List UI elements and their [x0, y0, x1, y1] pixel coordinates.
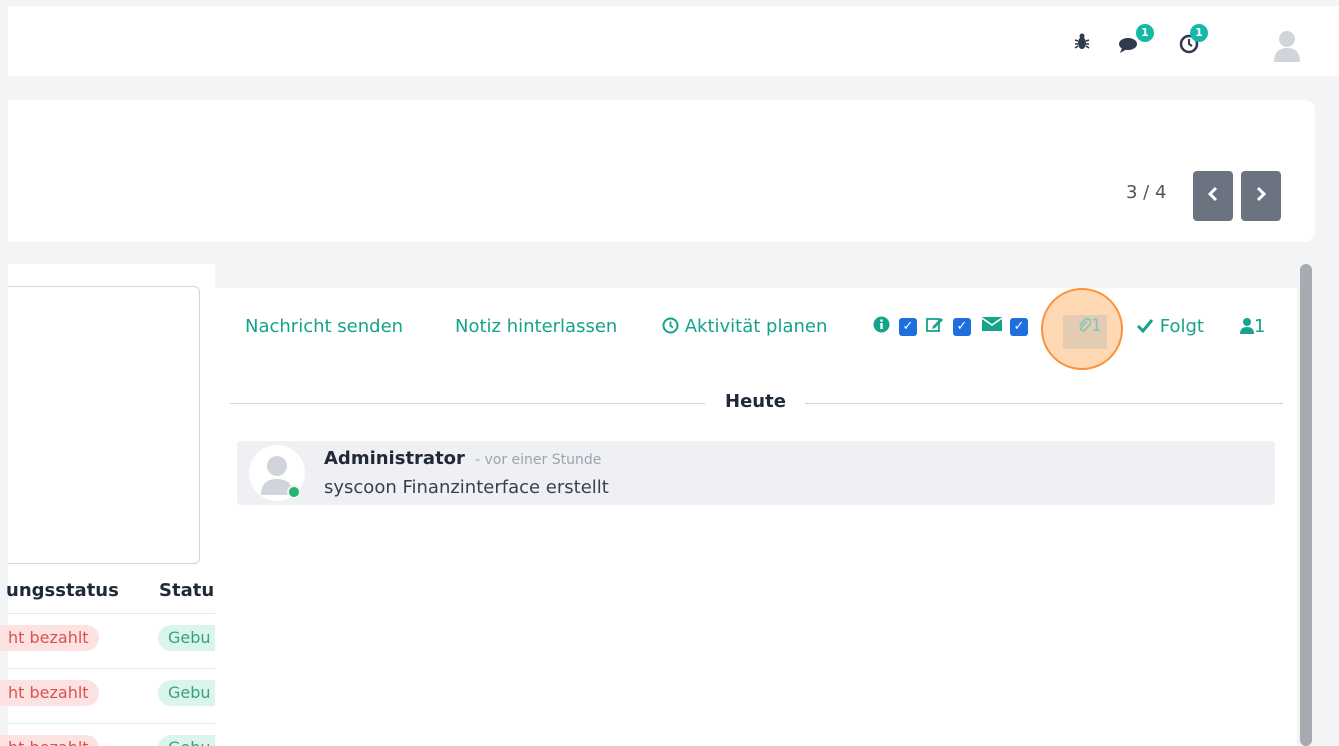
edit-icon[interactable] — [926, 316, 944, 338]
paperclip-icon — [1077, 317, 1092, 338]
status-badge: Gebu — [158, 735, 215, 746]
checkbox-checked-icon[interactable]: ✓ — [899, 318, 917, 336]
column-header-payment-status[interactable]: ungsstatus — [6, 580, 119, 601]
send-message-button[interactable]: Nachricht senden — [245, 316, 403, 337]
pager-value[interactable]: 3 / 4 — [1126, 182, 1166, 203]
payment-status-badge: ht bezahlt — [0, 735, 99, 746]
top-navbar: 1 1 — [8, 6, 1339, 76]
log-note-button[interactable]: Notiz hinterlassen — [455, 316, 617, 337]
form-sheet: ungsstatus Statu ht bezahlt Gebu ht beza… — [0, 264, 215, 746]
followers-count: 1 — [1254, 316, 1266, 337]
date-separator: Heute — [725, 391, 786, 412]
checkbox-checked-icon[interactable]: ✓ — [1010, 318, 1028, 336]
user-avatar[interactable] — [1272, 28, 1302, 62]
follow-label: Folgt — [1159, 316, 1204, 337]
message-body: syscoon Finanzinterface erstellt — [324, 477, 609, 498]
pager-next-button[interactable] — [1241, 171, 1281, 221]
attachments-count: 1 — [1091, 316, 1102, 336]
schedule-activity-label: Aktivität planen — [684, 316, 828, 337]
checkbox-checked-icon[interactable]: ✓ — [953, 318, 971, 336]
activities-badge: 1 — [1190, 24, 1208, 42]
row-divider — [8, 613, 215, 614]
row-divider — [8, 668, 215, 669]
user-icon — [1240, 317, 1254, 339]
messages-badge: 1 — [1136, 24, 1154, 42]
attachments-button[interactable]: 1 — [1077, 316, 1102, 338]
chatter-panel: Nachricht senden Notiz hinterlassen Akti… — [215, 288, 1300, 746]
pager-previous-button[interactable] — [1193, 171, 1233, 221]
envelope-icon[interactable] — [981, 316, 1003, 337]
separator-line — [805, 403, 1283, 404]
online-status-indicator — [287, 485, 301, 499]
follow-button[interactable]: Folgt — [1136, 316, 1204, 338]
row-divider — [8, 723, 215, 724]
bug-icon[interactable] — [1070, 32, 1094, 54]
info-icon[interactable] — [873, 316, 890, 338]
control-panel: 3 / 4 — [8, 100, 1315, 242]
clock-icon — [662, 317, 679, 339]
status-badge: Gebu — [158, 680, 215, 706]
chevron-left-icon — [1207, 186, 1219, 206]
chatter-message: Administrator - vor einer Stunde syscoon… — [237, 441, 1275, 505]
message-author[interactable]: Administrator — [324, 448, 465, 469]
column-header-status[interactable]: Statu — [159, 580, 215, 601]
payment-status-badge: ht bezahlt — [0, 680, 99, 706]
scrollbar-thumb[interactable] — [1300, 264, 1312, 746]
form-group — [8, 286, 200, 564]
check-icon — [1136, 317, 1154, 338]
followers-button[interactable]: 1 — [1240, 316, 1265, 339]
payment-status-badge: ht bezahlt — [0, 625, 99, 651]
status-badge: Gebu — [158, 625, 215, 651]
separator-line — [230, 403, 705, 404]
scrollbar[interactable] — [1297, 264, 1315, 746]
message-time: - vor einer Stunde — [475, 452, 602, 468]
chevron-right-icon — [1255, 186, 1267, 206]
schedule-activity-button[interactable]: Aktivität planen — [662, 316, 827, 339]
